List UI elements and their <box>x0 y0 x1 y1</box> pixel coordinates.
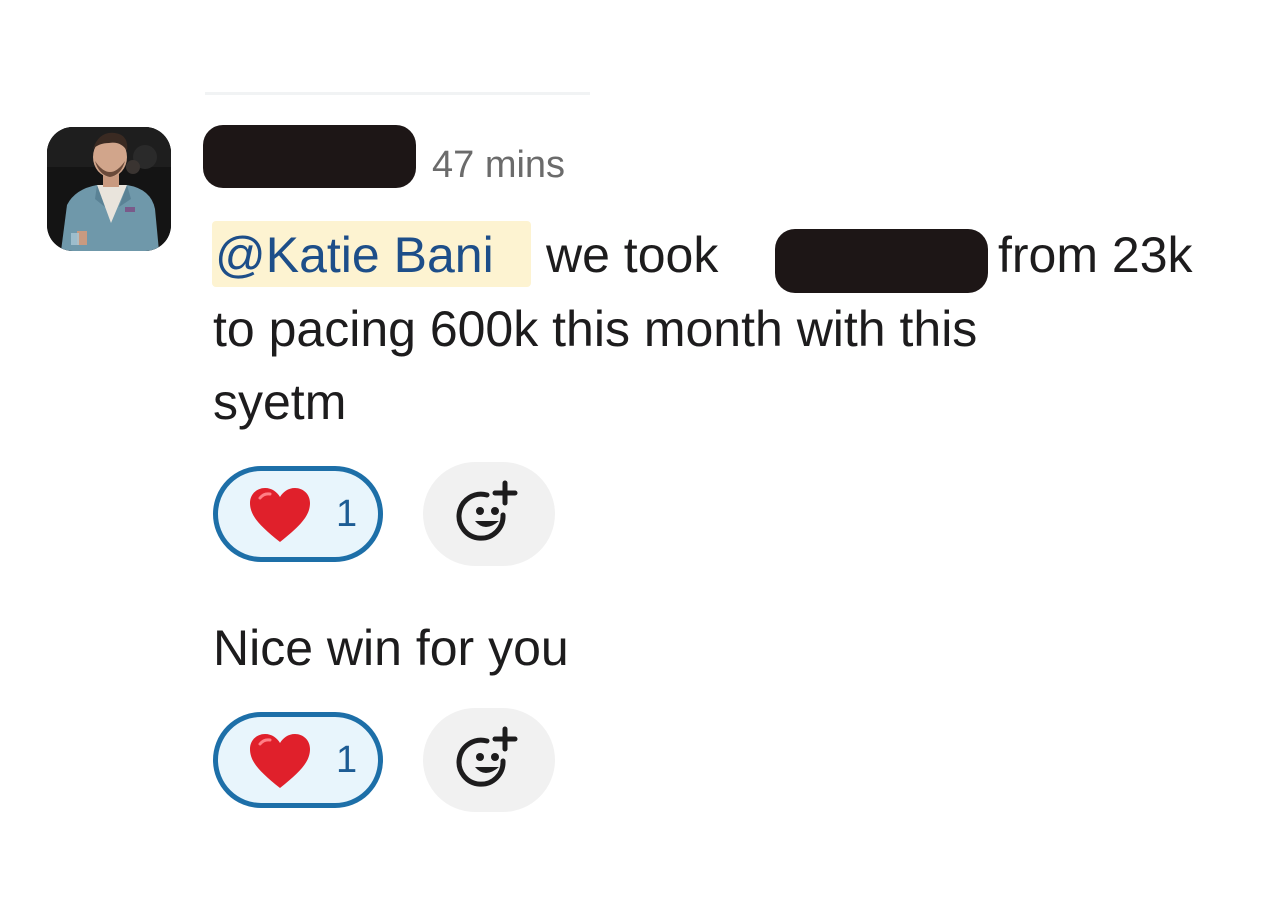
heart-icon <box>250 734 310 788</box>
reply-text: Nice win for you <box>213 620 569 676</box>
redacted-inline-text <box>775 229 988 293</box>
reaction-count: 1 <box>336 739 358 781</box>
message-text-line1-start: we took <box>546 227 719 283</box>
reaction-count: 1 <box>336 493 358 535</box>
message-text-line1-end: from 23k <box>998 227 1193 283</box>
redacted-sender-name <box>203 125 416 188</box>
heart-reaction-button[interactable]: 1 <box>213 466 383 562</box>
message-text-line3: syetm <box>213 374 347 430</box>
user-mention[interactable]: @Katie Bani <box>215 226 494 284</box>
divider <box>205 92 590 95</box>
add-reaction-button[interactable] <box>423 462 555 566</box>
message-timestamp[interactable]: 47 mins <box>432 143 565 187</box>
heart-reaction-button[interactable]: 1 <box>213 712 383 808</box>
message-text-line2: to pacing 600k this month with this <box>213 301 978 357</box>
add-emoji-icon <box>456 480 518 541</box>
avatar-photo <box>47 127 171 251</box>
heart-icon <box>250 488 310 542</box>
message-thread: 47 mins @Katie Bani we took from 23k to … <box>0 0 1280 920</box>
add-reaction-button[interactable] <box>423 708 555 812</box>
add-emoji-icon <box>456 726 518 787</box>
avatar[interactable] <box>47 127 171 251</box>
